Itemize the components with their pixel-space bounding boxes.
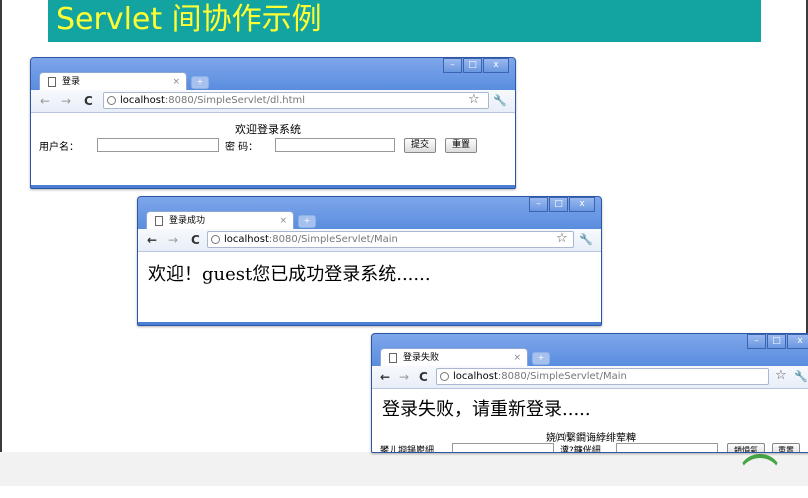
browser-window-failure: – □ x 登录失败 × + ← → C localhost:8080/Simp… xyxy=(371,333,808,453)
window-close-icon[interactable]: x xyxy=(787,334,808,349)
browser-tab[interactable]: 登录成功 × xyxy=(146,211,294,229)
minimize-icon[interactable]: – xyxy=(443,58,462,73)
url-host: localhost xyxy=(120,95,165,106)
window-close-icon[interactable]: x xyxy=(483,58,509,73)
tab-title: 登录成功 xyxy=(169,216,206,226)
close-icon[interactable]: × xyxy=(513,349,521,367)
close-icon[interactable]: × xyxy=(172,73,180,91)
wrench-icon[interactable]: 🔧 xyxy=(579,232,593,248)
url-host: localhost xyxy=(453,371,498,382)
slide-title: Servlet 间协作示例 xyxy=(56,2,322,37)
password-input[interactable] xyxy=(275,138,395,152)
reload-icon[interactable]: C xyxy=(419,369,428,385)
maximize-icon[interactable]: □ xyxy=(767,334,786,349)
submit-button[interactable]: 鎻愪氦 xyxy=(727,443,765,452)
close-icon[interactable]: × xyxy=(279,212,287,230)
tab-title: 登录失败 xyxy=(403,353,440,363)
window-controls: – □ x xyxy=(746,334,808,349)
browser-toolbar: ← → C localhost:8080/SimpleServlet/Main … xyxy=(372,366,808,389)
minimize-icon[interactable]: – xyxy=(747,334,766,349)
browser-window-login: – □ x 登录 × + ← → C localhost:8080/Simple… xyxy=(30,57,516,189)
document-icon xyxy=(389,353,397,363)
maximize-icon[interactable]: □ xyxy=(463,58,482,73)
wrench-icon[interactable]: 🔧 xyxy=(794,369,808,385)
reset-button[interactable]: 重置 xyxy=(445,138,477,153)
url-path: :8080/SimpleServlet/dl.html xyxy=(164,95,306,106)
forward-arrow-icon[interactable]: → xyxy=(399,369,409,385)
garbled-password-label: 瀵?鐮侊細 xyxy=(560,446,601,453)
tab-title: 登录 xyxy=(62,77,81,87)
star-icon[interactable]: ☆ xyxy=(556,231,568,247)
browser-toolbar: ← → C localhost:8080/SimpleServlet/Main … xyxy=(138,229,601,252)
new-tab-icon[interactable]: + xyxy=(532,352,550,365)
submit-button[interactable]: 提交 xyxy=(404,138,436,153)
back-arrow-icon[interactable]: ← xyxy=(147,232,157,248)
new-tab-icon[interactable]: + xyxy=(298,215,316,228)
username-input[interactable] xyxy=(452,443,554,452)
slide-left-border xyxy=(0,0,2,486)
maximize-icon[interactable]: □ xyxy=(549,197,568,212)
success-message: 欢迎！guest您已成功登录系统...... xyxy=(148,264,431,285)
window-controls: – □ x xyxy=(528,197,595,212)
url-path: :8080/SimpleServlet/Main xyxy=(268,234,398,245)
minimize-icon[interactable]: – xyxy=(529,197,548,212)
address-bar[interactable]: localhost:8080/SimpleServlet/dl.html xyxy=(103,92,489,109)
slide-title-bar: Servlet 间协作示例 xyxy=(48,0,761,42)
slide-bottom-strip xyxy=(0,452,808,486)
globe-icon xyxy=(211,235,220,244)
login-heading: 欢迎登录系统 xyxy=(235,123,301,136)
browser-tab[interactable]: 登录失败 × xyxy=(380,348,528,366)
url-path: :8080/SimpleServlet/Main xyxy=(497,371,627,382)
decorative-arc xyxy=(738,454,782,498)
address-bar[interactable]: localhost:8080/SimpleServlet/Main xyxy=(207,231,574,248)
wrench-icon[interactable]: 🔧 xyxy=(493,93,507,109)
reload-icon[interactable]: C xyxy=(84,93,93,109)
page-content: 欢迎登录系统 用户名： 密 码： 提交 重置 xyxy=(31,113,515,185)
document-icon xyxy=(155,216,163,226)
garbled-username-label: 鐢ㄦ埛鍚嶏細 xyxy=(380,446,435,453)
garbled-heading: 娆㈣繋鐧诲綍绯荤粺 xyxy=(546,433,636,444)
page-content: 欢迎！guest您已成功登录系统...... xyxy=(138,252,601,322)
new-tab-icon[interactable]: + xyxy=(191,76,209,89)
browser-toolbar: ← → C localhost:8080/SimpleServlet/dl.ht… xyxy=(31,90,515,113)
forward-arrow-icon[interactable]: → xyxy=(168,232,178,248)
window-controls: – □ x xyxy=(442,58,509,73)
forward-arrow-icon[interactable]: → xyxy=(61,93,71,109)
password-input[interactable] xyxy=(616,443,718,452)
url-host: localhost xyxy=(224,234,269,245)
star-icon[interactable]: ☆ xyxy=(468,92,480,108)
page-content: 登录失败，请重新登录..... 娆㈣繋鐧诲綍绯荤粺 鐢ㄦ埛鍚嶏細 瀵?鐮侊細 鎻… xyxy=(372,389,808,452)
browser-window-success: – □ x 登录成功 × + ← → C localhost:8080/Simp… xyxy=(137,196,602,326)
window-close-icon[interactable]: x xyxy=(569,197,595,212)
reload-icon[interactable]: C xyxy=(191,232,200,248)
globe-icon xyxy=(440,372,449,381)
username-input[interactable] xyxy=(97,138,219,152)
failure-message: 登录失败，请重新登录..... xyxy=(382,399,591,420)
document-icon xyxy=(48,77,56,87)
browser-tab[interactable]: 登录 × xyxy=(39,72,187,90)
globe-icon xyxy=(107,96,116,105)
reset-button[interactable]: 重置 xyxy=(772,443,800,452)
password-label: 密 码： xyxy=(225,142,259,153)
back-arrow-icon[interactable]: ← xyxy=(40,93,50,109)
username-label: 用户名： xyxy=(39,142,79,153)
back-arrow-icon[interactable]: ← xyxy=(380,369,390,385)
star-icon[interactable]: ☆ xyxy=(775,368,787,384)
address-bar[interactable]: localhost:8080/SimpleServlet/Main xyxy=(436,368,769,385)
